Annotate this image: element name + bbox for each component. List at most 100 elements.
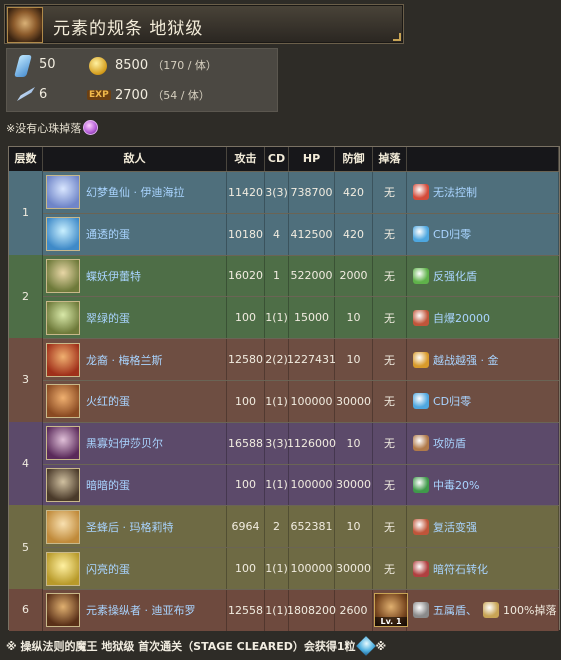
- table-row[interactable]: 龙裔 · 梅格兰斯 12580 2(2) 1227431 10 无 越战越强 · 金: [43, 338, 559, 380]
- cd-value: 1(1): [265, 381, 289, 422]
- column-header: 敌人: [43, 147, 227, 171]
- table-row[interactable]: 元素操纵者 · 迪亚布罗 12558 1(1) 1808200 2600 Lv. 1 五属盾…: [43, 589, 559, 631]
- enemy-name-cell: 龙裔 · 梅格兰斯: [43, 339, 227, 380]
- coin-stat: 8500 （170 / 体）: [115, 57, 217, 73]
- skill-icon: [413, 351, 429, 368]
- enemy-name-cell: 幻梦鱼仙 · 伊迪海拉: [43, 172, 227, 213]
- enemy-name[interactable]: 龙裔 · 梅格兰斯: [86, 352, 163, 368]
- skill-name[interactable]: 自爆20000: [433, 310, 490, 326]
- attack-value: 100: [227, 297, 265, 339]
- hp-value: 100000: [289, 548, 335, 589]
- exp-unit: （54 / 体）: [152, 89, 210, 102]
- drop-value: 无: [373, 255, 407, 297]
- skill-name[interactable]: 越战越强 · 金: [433, 352, 499, 368]
- hp-value: 652381: [289, 506, 335, 548]
- skill-cell: 暗符石转化: [407, 548, 559, 589]
- enemy-portrait-icon[interactable]: [46, 593, 80, 628]
- enemy-name-cell: 通透的蛋: [43, 213, 227, 255]
- hp-value: 100000: [289, 381, 335, 422]
- defense-value: 420: [335, 213, 373, 255]
- footer-note: ※ 操纵法则的魔王 地狱级 首次通关（STAGE CLEARED）会获得1粒 ※: [6, 636, 386, 656]
- skill-name[interactable]: 暗符石转化: [433, 561, 488, 577]
- drop-card-icon[interactable]: Lv. 1: [374, 593, 408, 628]
- attack-value: 11420: [227, 172, 265, 213]
- enemy-name[interactable]: 元素操纵者 · 迪亚布罗: [86, 602, 196, 618]
- enemy-name-cell: 闪亮的蛋: [43, 548, 227, 589]
- enemy-portrait-icon[interactable]: [46, 175, 80, 210]
- skill-cell: 中毒20%: [407, 464, 559, 506]
- enemy-portrait-icon[interactable]: [46, 384, 80, 419]
- defense-value: 10: [335, 297, 373, 339]
- column-header: [407, 147, 559, 171]
- enemy-name[interactable]: 黑寡妇伊莎贝尔: [86, 435, 163, 451]
- table-row[interactable]: 通透的蛋 10180 4 412500 420 无 CD归零: [43, 212, 559, 255]
- enemy-portrait-icon[interactable]: [46, 342, 80, 377]
- enemy-name-cell: 火红的蛋: [43, 381, 227, 422]
- skill-name[interactable]: 反强化盾: [433, 268, 477, 284]
- cd-value: 4: [265, 213, 289, 255]
- enemy-name[interactable]: 闪亮的蛋: [86, 561, 130, 577]
- enemy-name[interactable]: 翠绿的蛋: [86, 310, 130, 326]
- stamina-value: 50: [39, 57, 56, 72]
- attack-value: 100: [227, 464, 265, 506]
- enemy-portrait-icon[interactable]: [46, 551, 80, 586]
- stone-value: 6: [39, 87, 48, 102]
- defense-value: 30000: [335, 464, 373, 506]
- enemy-portrait-icon[interactable]: [46, 426, 80, 461]
- skill-name[interactable]: 复活变强: [433, 519, 477, 535]
- skill-cell: 无法控制: [407, 172, 559, 213]
- card-drop-icon: [483, 602, 499, 619]
- enemy-name[interactable]: 蝶妖伊蕾特: [86, 268, 141, 284]
- attack-value: 12580: [227, 339, 265, 380]
- enemy-name-cell: 圣蜂后 · 玛格莉特: [43, 506, 227, 548]
- coin-value: 8500: [115, 58, 149, 73]
- drop-value: 无: [373, 172, 407, 213]
- skill-icon: [413, 518, 429, 535]
- column-header: 层数: [9, 147, 43, 171]
- enemy-portrait-icon[interactable]: [46, 217, 80, 252]
- enemy-name[interactable]: 圣蜂后 · 玛格莉特: [86, 519, 174, 535]
- table-row[interactable]: 火红的蛋 100 1(1) 100000 30000 无 CD归零: [43, 380, 559, 422]
- skill-name[interactable]: 中毒20%: [433, 477, 479, 493]
- table-row[interactable]: 闪亮的蛋 100 1(1) 100000 30000 无 暗符石转化: [43, 547, 559, 589]
- table-row[interactable]: 蝶妖伊蕾特 16020 1 522000 2000 无 反强化盾: [43, 254, 559, 297]
- skill-name[interactable]: 攻防盾: [433, 435, 466, 451]
- table-row[interactable]: 圣蜂后 · 玛格莉特 6964 2 652381 10 无 复活变强: [43, 505, 559, 548]
- cd-value: 1(1): [265, 297, 289, 339]
- cd-value: 1: [265, 255, 289, 297]
- skill-name[interactable]: 无法控制: [433, 184, 477, 200]
- defense-value: 30000: [335, 381, 373, 422]
- skill-cell: 五属盾、 100%掉落: [407, 590, 559, 631]
- table-row[interactable]: 暗暗的蛋 100 1(1) 100000 30000 无 中毒20%: [43, 463, 559, 506]
- enemy-name[interactable]: 幻梦鱼仙 · 伊迪海拉: [86, 184, 185, 200]
- footer-text: ※ 操纵法则的魔王 地狱级 首次通关（STAGE CLEARED）会获得1粒: [6, 640, 356, 653]
- column-header: 掉落: [373, 147, 407, 171]
- skill-name[interactable]: CD归零: [433, 393, 471, 409]
- table-row[interactable]: 幻梦鱼仙 · 伊迪海拉 11420 3(3) 738700 420 无 无法控制: [43, 171, 559, 213]
- hp-value: 412500: [289, 213, 335, 255]
- heart-orb-icon: [83, 120, 99, 135]
- note-text: ※没有心珠掉落: [6, 122, 82, 135]
- table-row[interactable]: 黑寡妇伊莎贝尔 16588 3(3) 1126000 10 无 攻防盾: [43, 421, 559, 464]
- enemy-portrait-icon[interactable]: [46, 509, 80, 544]
- cd-value: 1(1): [265, 590, 289, 631]
- skill-name[interactable]: CD归零: [433, 226, 471, 242]
- skill-icon: [413, 560, 429, 577]
- column-header: 防御: [335, 147, 373, 171]
- enemy-portrait-icon[interactable]: [46, 300, 80, 335]
- skill-icon: [413, 226, 429, 243]
- enemy-portrait-icon[interactable]: [46, 467, 80, 502]
- defense-value: 420: [335, 172, 373, 213]
- attack-value: 12558: [227, 590, 265, 631]
- enemy-portrait-icon[interactable]: [46, 258, 80, 293]
- coin-icon: [89, 57, 107, 75]
- skill-name[interactable]: 五属盾、: [433, 602, 477, 618]
- enemy-name[interactable]: 火红的蛋: [86, 393, 130, 409]
- gem-icon: [355, 636, 376, 656]
- hp-value: 522000: [289, 255, 335, 297]
- skill-icon: [413, 393, 429, 410]
- table-row[interactable]: 翠绿的蛋 100 1(1) 15000 10 无 自爆20000: [43, 296, 559, 339]
- hp-value: 1126000: [287, 422, 336, 464]
- enemy-name[interactable]: 暗暗的蛋: [86, 477, 130, 493]
- enemy-name[interactable]: 通透的蛋: [86, 226, 130, 242]
